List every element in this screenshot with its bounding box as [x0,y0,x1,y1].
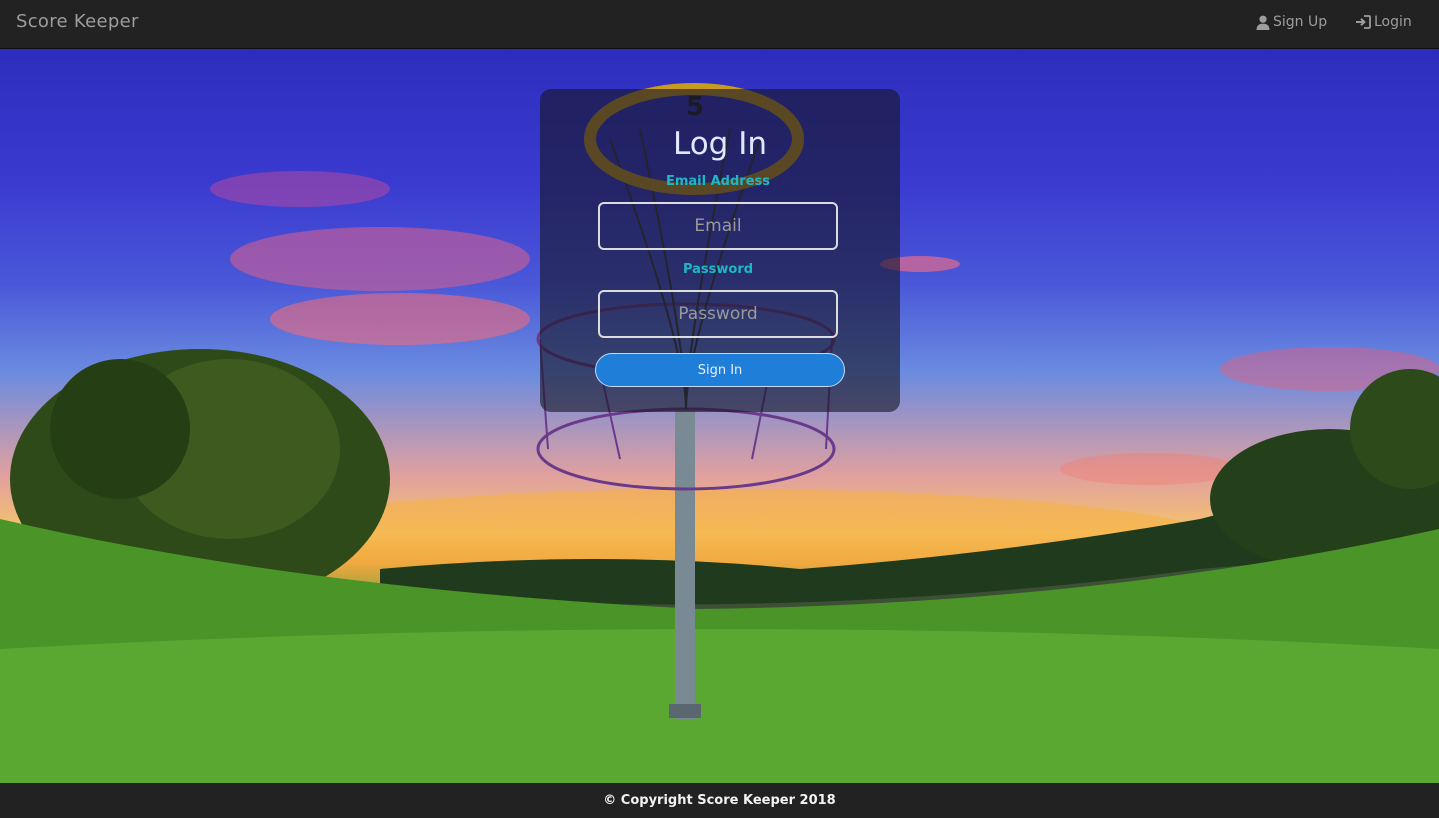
footer-copyright: © Copyright Score Keeper 2018 [0,783,1439,818]
login-card: Log In Email Address Password Sign In [540,89,900,412]
nav-signup-label: Sign Up [1273,14,1328,30]
nav-signup-link[interactable]: Sign Up [1256,14,1327,30]
nav-login-link[interactable]: Login [1355,14,1412,30]
login-title: Log In [672,126,767,162]
password-label: Password [682,262,754,277]
navbar: Score Keeper Sign Up Login [0,0,1439,49]
login-icon [1356,15,1371,29]
brand-link[interactable]: Score Keeper [16,11,139,32]
nav-login-label: Login [1374,14,1412,30]
password-input[interactable] [598,290,838,338]
email-input[interactable] [598,202,838,250]
sign-in-button[interactable]: Sign In [595,353,845,387]
user-icon [1256,15,1270,30]
email-label: Email Address [665,174,770,189]
